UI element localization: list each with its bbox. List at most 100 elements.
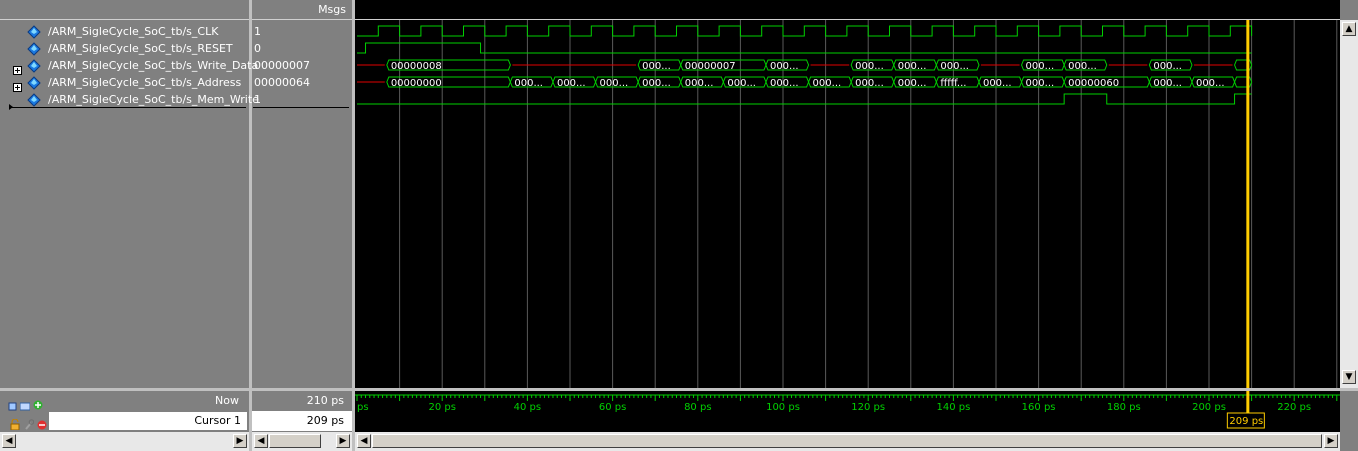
signal-diamond-icon [27,93,41,107]
wrench-icon[interactable] [24,415,35,430]
address-segment-label: 000... [685,78,714,89]
signal-row[interactable]: /ARM_SigleCycle_SoC_tb/s_RESET [10,40,248,57]
expand-icon[interactable] [13,61,22,75]
cursor-name-field[interactable]: Cursor 1 [49,412,247,430]
waveform-canvas[interactable]: 00000008 000... 00000007 000... 000... 000...… [355,20,1340,388]
names-hscrollbar[interactable]: ◀ ▶ [0,432,249,451]
signal-diamond-icon [27,76,41,90]
add-icon[interactable] [33,395,43,410]
wave-hscrollbar[interactable]: ◀ ▶ [355,432,1340,451]
signal-name: /ARM_SigleCycle_SoC_tb/s_RESET [48,42,233,55]
wave-header-strip [355,0,1340,20]
row-marker-icon [9,104,13,110]
now-value-cell: 210 ps [252,391,352,411]
names-header [0,0,249,20]
now-label: Now [215,394,239,407]
wave-scroll-right-button[interactable]: ▶ [1324,434,1338,448]
signal-row[interactable]: /ARM_SigleCycle_SoC_tb/s_Write_Data [10,57,258,75]
signal-row[interactable]: /ARM_SigleCycle_SoC_tb/s_Address [10,74,248,92]
write-data-segment-label: 000... [1026,61,1055,72]
ruler-tick-label: 220 ps [1277,402,1311,413]
write-data-segment-label: 000... [1153,61,1182,72]
cursor-time-label: 209 ps [1229,416,1263,427]
address-segment-label: 000... [813,78,842,89]
name-bottom-divider [10,107,246,108]
write-data-segment-label: 00000008 [391,61,442,72]
ruler-tick-label: 140 ps [936,402,970,413]
address-segment-label: 000... [1196,78,1225,89]
address-segment-label: 000... [514,78,543,89]
write-data-segment-label: 000... [898,61,927,72]
write-data-segment-label: 000... [940,61,969,72]
address-segment-label: 000... [1026,78,1055,89]
write-data-segment-label: 000... [1068,61,1097,72]
msgs-header-label: Msgs [318,3,346,16]
address-segment-label: 000... [983,78,1012,89]
ruler-tick-label: 180 ps [1107,402,1141,413]
now-value: 210 ps [306,394,344,407]
ruler-tick-label: ps [357,402,369,413]
write-data-segment-label: 000... [855,61,884,72]
address-segment-label: 000... [1153,78,1182,89]
time-ruler[interactable]: ps 20 ps 40 ps 60 ps 80 ps 100 ps 120 ps 140 ps… [355,391,1340,432]
ruler-tick-label: 80 ps [684,402,711,413]
signal-value: 1 [254,25,261,38]
write-data-segment-label: 000... [642,61,671,72]
values-scroll-left-button[interactable]: ◀ [254,434,268,448]
wave-scroll-left-button[interactable]: ◀ [357,434,371,448]
address-segment-label: 000... [600,78,629,89]
address-segment-label: 000... [898,78,927,89]
wave-scroll-thumb[interactable] [372,434,1322,448]
signal-diamond-icon [27,59,41,73]
lock-icon[interactable] [10,415,20,431]
signal-value: 00000007 [254,59,310,72]
ruler-tick-label: 20 ps [428,402,455,413]
signal-diamond-icon [27,42,41,56]
address-segment-label: 000... [727,78,756,89]
signal-name: /ARM_SigleCycle_SoC_tb/s_Mem_Write [48,93,259,106]
ruler-tick-label: 40 ps [514,402,541,413]
signal-name: /ARM_SigleCycle_SoC_tb/s_Write_Data [48,59,259,72]
signal-diamond-icon [27,25,41,39]
ruler-tick-label: 100 ps [766,402,800,413]
write-data-segment-label: 000... [770,61,799,72]
ruler-right-blank [1340,391,1358,432]
values-scroll-thumb[interactable] [269,434,321,448]
vertical-scrollbar[interactable]: ▲ ▼ [1340,20,1358,388]
now-row: Now [0,391,249,411]
ruler-cursor-line [1246,391,1250,413]
address-segment-label: 000... [557,78,586,89]
names-scroll-right-button[interactable]: ▶ [233,434,247,448]
values-hscrollbar[interactable]: ◀ ▶ [252,432,352,451]
address-segment-label: 000... [855,78,884,89]
cursor-value: 209 ps [306,414,344,427]
ruler-tick-label: 120 ps [851,402,885,413]
signal-name: /ARM_SigleCycle_SoC_tb/s_CLK [48,25,219,38]
cursor-row: Cursor 1 [0,411,249,431]
add-cursor-icon[interactable] [8,396,17,411]
scroll-down-button[interactable]: ▼ [1342,370,1356,384]
ruler-tick-label: 200 ps [1192,402,1226,413]
delete-cursor-icon[interactable] [37,415,47,430]
signal-value: 00000064 [254,76,310,89]
signal-row[interactable]: /ARM_SigleCycle_SoC_tb/s_Mem_Write [10,91,259,108]
scroll-up-button[interactable]: ▲ [1342,22,1356,36]
values-header: Msgs [252,0,352,20]
address-segment-label: 00000060 [1068,78,1119,89]
signal-name: /ARM_SigleCycle_SoC_tb/s_Address [48,76,242,89]
corner-blank [1340,432,1358,451]
ruler-tick-label: 60 ps [599,402,626,413]
cursor-label: Cursor 1 [194,414,241,427]
write-data-segment-label: 00000007 [685,61,736,72]
address-segment-label: 000... [642,78,671,89]
cursor-value-cell[interactable]: 209 ps [252,411,352,431]
names-scroll-left-button[interactable]: ◀ [2,434,16,448]
cursor-line [1246,20,1250,388]
ruler-tick-label: 160 ps [1022,402,1056,413]
address-segment-label: 000... [770,78,799,89]
signal-row[interactable]: /ARM_SigleCycle_SoC_tb/s_CLK [10,23,248,40]
expand-icon[interactable] [13,78,22,92]
values-scroll-right-button[interactable]: ▶ [336,434,350,448]
wave-background [355,20,1340,388]
cursor-edit-icon[interactable] [19,396,31,411]
